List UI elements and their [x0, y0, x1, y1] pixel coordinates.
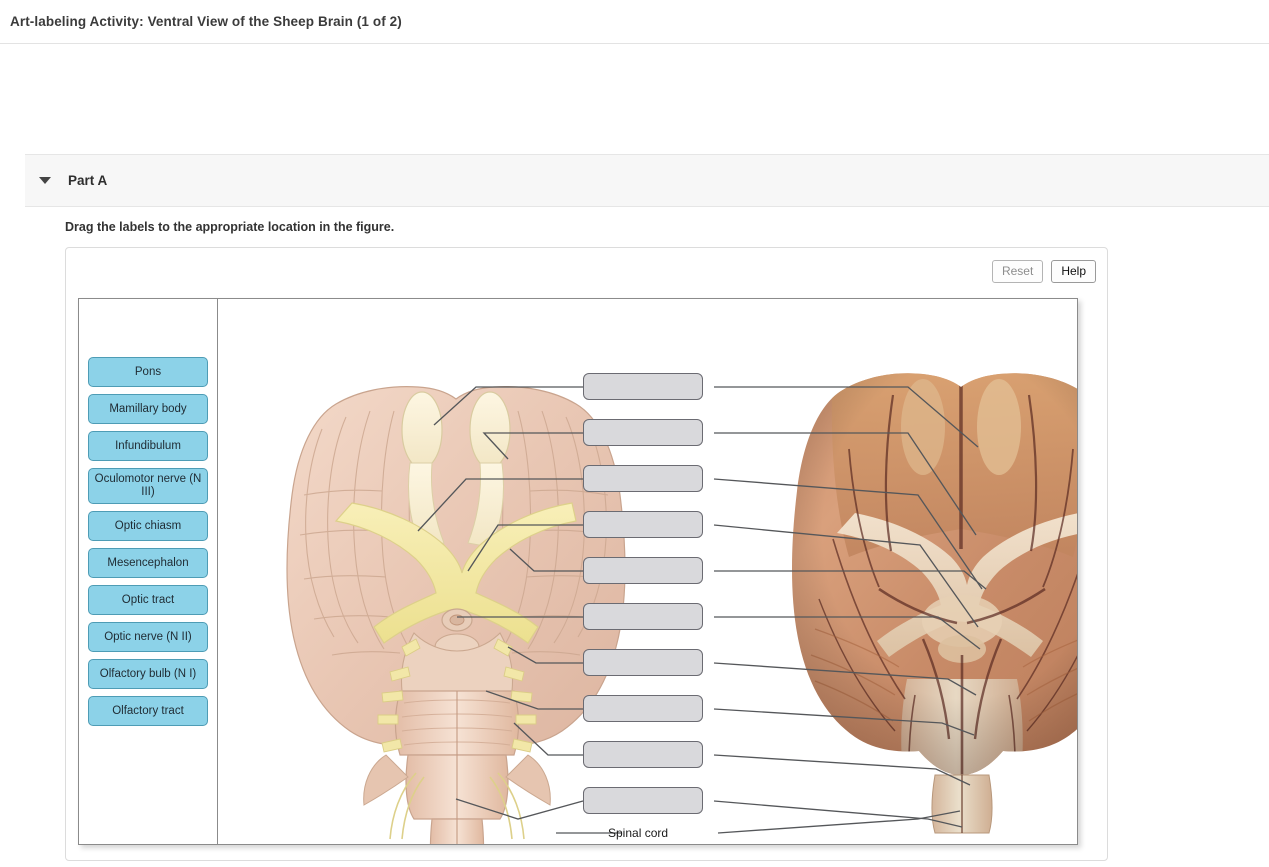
activity-panel: Pons Mamillary body Infundibulum Oculomotor…: [78, 298, 1078, 845]
drop-zone-2[interactable]: [583, 419, 703, 446]
label-chip[interactable]: Optic tract: [88, 585, 208, 615]
drop-zone-8[interactable]: [583, 695, 703, 722]
drop-zone-6[interactable]: [583, 603, 703, 630]
drop-zone-1[interactable]: [583, 373, 703, 400]
label-bank: Pons Mamillary body Infundibulum Oculomotor…: [79, 299, 218, 844]
page-header: Art-labeling Activity: Ventral View of t…: [0, 0, 1269, 44]
drop-zone-5[interactable]: [583, 557, 703, 584]
label-chip[interactable]: Mamillary body: [88, 394, 208, 424]
label-chip[interactable]: Mesencephalon: [88, 548, 208, 578]
label-chip[interactable]: Pons: [88, 357, 208, 387]
caret-down-icon[interactable]: [39, 177, 51, 184]
brain-illustration: [286, 386, 626, 844]
label-chip[interactable]: Olfactory tract: [88, 696, 208, 726]
drop-zone-3[interactable]: [583, 465, 703, 492]
figure-stage: Spinal cord: [218, 299, 1077, 844]
drop-zone-9[interactable]: [583, 741, 703, 768]
help-button[interactable]: Help: [1051, 260, 1096, 283]
figure-toolbar: Reset Help: [991, 260, 1096, 283]
part-a-label: Part A: [68, 173, 108, 188]
label-chip[interactable]: Optic chiasm: [88, 511, 208, 541]
static-label-spinal-cord: Spinal cord: [608, 826, 669, 840]
label-chip[interactable]: Optic nerve (N II): [88, 622, 208, 652]
drop-zone-4[interactable]: [583, 511, 703, 538]
instruction-text: Drag the labels to the appropriate locat…: [65, 220, 395, 234]
label-chip[interactable]: Infundibulum: [88, 431, 208, 461]
label-chip[interactable]: Olfactory bulb (N I): [88, 659, 208, 689]
part-a-section-header[interactable]: Part A: [25, 154, 1269, 207]
drop-zone-7[interactable]: [583, 649, 703, 676]
label-chip[interactable]: Oculomotor nerve (N III): [88, 468, 208, 504]
page-title: Art-labeling Activity: Ventral View of t…: [10, 14, 402, 29]
reset-button[interactable]: Reset: [991, 260, 1044, 283]
drop-zone-10[interactable]: [583, 787, 703, 814]
activity-card: Reset Help Pons Mamillary body Infundibulu…: [65, 247, 1108, 861]
